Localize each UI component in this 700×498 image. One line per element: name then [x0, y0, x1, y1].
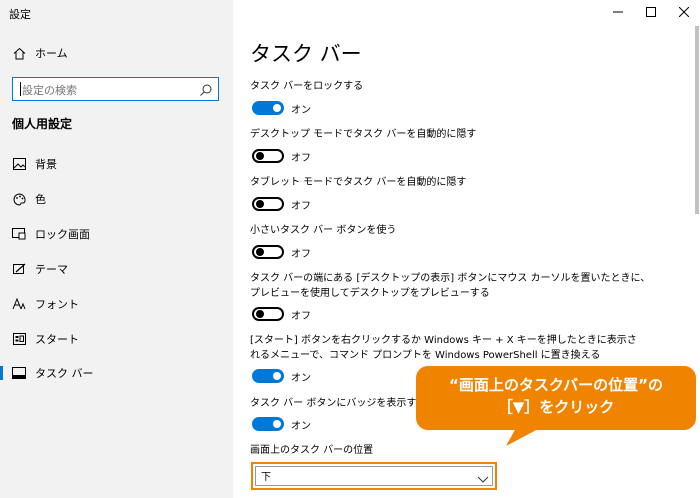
- page-title: タスク バー: [250, 42, 362, 66]
- home-icon: [12, 46, 26, 60]
- toggle-knob: [273, 372, 281, 380]
- start-icon: [12, 332, 26, 346]
- section-title: 個人用設定: [12, 117, 73, 131]
- sidebar-item-background[interactable]: 背景: [0, 149, 233, 179]
- lock-screen-icon: [12, 227, 26, 241]
- setting-label-powershell-line1: [スタート] ボタンを右クリックするか Windows キー + X キーを押し…: [250, 335, 637, 346]
- toggle-state: オフ: [291, 249, 311, 260]
- search-icon[interactable]: [199, 82, 213, 96]
- sidebar-item-label: ホーム: [35, 47, 68, 60]
- toggle-state: オフ: [291, 201, 311, 212]
- toggle-autohide-tablet[interactable]: [252, 197, 284, 211]
- toggle-knob: [273, 420, 281, 428]
- sidebar-item-label: 色: [35, 193, 46, 206]
- sidebar-item-label: テーマ: [35, 263, 68, 276]
- sidebar-item-label: ロック画面: [35, 228, 90, 241]
- sidebar: 設定 ホーム 設定の検索 個人用設定 背景 色 ロック画面 テーマ フォント ス…: [0, 0, 233, 498]
- search-input[interactable]: 設定の検索: [12, 77, 219, 101]
- toggle-state: オフ: [291, 311, 311, 322]
- maximize-icon: [646, 7, 656, 17]
- toggle-knob: [256, 200, 264, 208]
- callout-pointer: [506, 428, 540, 446]
- setting-label-lock-taskbar: タスク バーをロックする: [250, 81, 364, 92]
- setting-label-small-buttons: 小さいタスク バー ボタンを使う: [250, 225, 397, 236]
- maximize-button[interactable]: [636, 0, 666, 24]
- picture-icon: [12, 157, 26, 171]
- window-title: 設定: [9, 8, 31, 21]
- sidebar-item-home[interactable]: ホーム: [0, 38, 233, 68]
- font-icon: [12, 297, 26, 311]
- sidebar-item-color[interactable]: 色: [0, 184, 233, 214]
- setting-label-peek-line1: タスク バーの端にある [デスクトップの表示] ボタンにマウス カーソルを置いた…: [250, 273, 651, 284]
- select-value: 下: [261, 472, 271, 483]
- sidebar-item-font[interactable]: フォント: [0, 289, 233, 319]
- toggle-state: オン: [291, 105, 311, 116]
- setting-label-badges: タスク バー ボタンにバッジを表示する: [250, 398, 427, 409]
- toggle-autohide-desktop[interactable]: [252, 149, 284, 163]
- setting-label-autohide-desktop: デスクトップ モードでタスク バーを自動的に隠す: [250, 129, 477, 140]
- callout-line-1: “画面上のタスクバーの位置”の: [449, 376, 663, 394]
- sidebar-item-start[interactable]: スタート: [0, 324, 233, 354]
- sidebar-item-lock-screen[interactable]: ロック画面: [0, 219, 233, 249]
- instruction-callout: “画面上のタスクバーの位置”の ［▼］をクリック: [416, 366, 696, 430]
- scrollbar[interactable]: [695, 26, 699, 214]
- toggle-badges[interactable]: [252, 417, 284, 431]
- theme-icon: [12, 262, 26, 276]
- toggle-knob: [256, 310, 264, 318]
- callout-line-2: ［▼］をクリック: [497, 398, 615, 416]
- toggle-peek[interactable]: [252, 307, 284, 321]
- chevron-down-icon[interactable]: [477, 469, 489, 483]
- palette-icon: [12, 192, 26, 206]
- toggle-knob: [273, 104, 281, 112]
- toggle-state: オン: [291, 373, 311, 384]
- taskbar-icon: [12, 366, 26, 380]
- toggle-knob: [256, 152, 264, 160]
- text-caret: [20, 82, 21, 96]
- minimize-button[interactable]: [603, 0, 633, 24]
- active-indicator: [0, 366, 3, 380]
- sidebar-item-label: タスク バー: [35, 367, 94, 380]
- toggle-knob: [256, 248, 264, 256]
- sidebar-item-taskbar[interactable]: タスク バー: [0, 358, 233, 388]
- setting-label-peek-line2: プレビューを使用してデスクトップをプレビューする: [250, 288, 490, 299]
- sidebar-item-theme[interactable]: テーマ: [0, 254, 233, 284]
- toggle-powershell[interactable]: [252, 369, 284, 383]
- close-icon: [679, 7, 689, 17]
- sidebar-item-label: フォント: [35, 298, 79, 311]
- setting-label-autohide-tablet: タブレット モードでタスク バーを自動的に隠す: [250, 177, 467, 188]
- sidebar-item-label: スタート: [35, 333, 79, 346]
- toggle-small-buttons[interactable]: [252, 245, 284, 259]
- search-placeholder: 設定の検索: [22, 84, 77, 97]
- taskbar-position-select[interactable]: 下: [251, 462, 497, 490]
- toggle-state: オフ: [291, 153, 311, 164]
- minimize-icon: [613, 11, 623, 13]
- position-label: 画面上のタスク バーの位置: [250, 445, 374, 456]
- select-frame: [255, 466, 493, 486]
- toggle-state: オン: [291, 421, 311, 432]
- setting-label-powershell-line2: れるメニューで、コマンド プロンプトを Windows PowerShell に…: [250, 350, 601, 361]
- sidebar-item-label: 背景: [35, 158, 57, 171]
- toggle-lock-taskbar[interactable]: [252, 101, 284, 115]
- close-button[interactable]: [669, 0, 699, 24]
